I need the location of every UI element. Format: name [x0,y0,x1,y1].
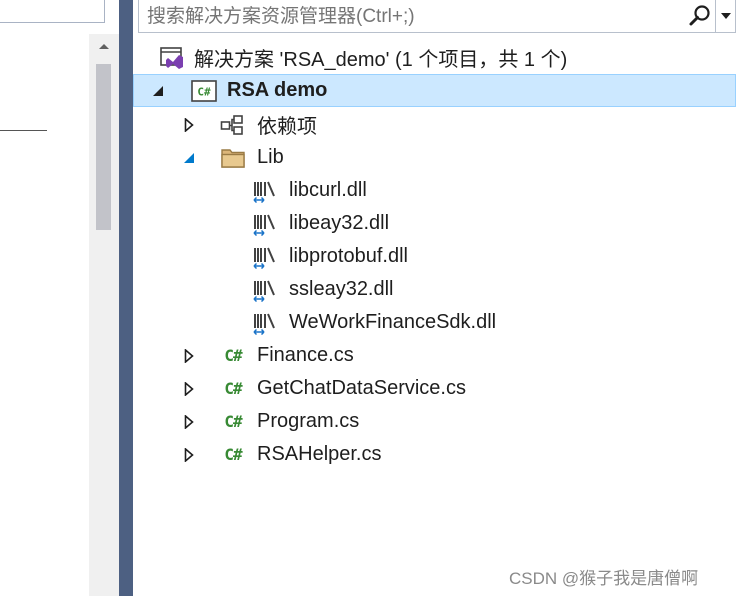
project-label: RSA demo [227,79,328,101]
tree-item-dll[interactable]: libcurl.dll [133,174,736,207]
collapsed-arrow-icon[interactable] [182,414,196,429]
project-icon-text: C# [197,85,211,98]
vertical-scrollbar[interactable] [89,34,119,596]
dll-label: libcurl.dll [289,179,367,201]
dll-reference-icon [252,212,278,236]
scrollbar-thumb[interactable] [96,64,111,230]
cs-file-label: GetChatDataService.cs [257,377,466,399]
editor-top-box[interactable] [0,0,105,23]
pane-splitter[interactable] [119,0,133,596]
tree-item-cs-file[interactable]: C# GetChatDataService.cs [133,372,736,405]
editor-pane [0,0,119,596]
cs-file-label: Finance.cs [257,344,354,366]
chevron-down-icon [721,13,731,19]
tree-item-cs-file[interactable]: C# Finance.cs [133,339,736,372]
dll-label: ssleay32.dll [289,278,394,300]
tree-item-project[interactable]: C# RSA demo [133,74,736,107]
solution-explorer: 解决方案 'RSA_demo' (1 个项目，共 1 个) C# RSA dem… [133,0,736,596]
csharp-file-icon: C# [224,412,242,431]
collapsed-arrow-icon[interactable] [182,348,196,363]
tree-item-dll[interactable]: libeay32.dll [133,207,736,240]
csharp-file-icon: C# [224,445,242,464]
dll-reference-icon [252,311,278,335]
folder-icon [220,146,246,170]
solution-label: 解决方案 'RSA_demo' (1 个项目，共 1 个) [194,49,568,71]
watermark: CSDN @猴子我是唐僧啊 [509,569,699,588]
cs-file-label: RSAHelper.cs [257,443,382,465]
editor-divider-line [0,130,47,131]
dll-label: WeWorkFinanceSdk.dll [289,311,497,333]
csharp-file-icon: C# [224,346,242,365]
tree-item-dependencies[interactable]: 依赖项 [133,108,736,141]
scroll-up-icon[interactable] [89,38,119,54]
tree-item-dll[interactable]: ssleay32.dll [133,273,736,306]
lib-folder-label: Lib [257,146,284,168]
tree-item-dll[interactable]: libprotobuf.dll [133,240,736,273]
tree-item-cs-file[interactable]: C# Program.cs [133,405,736,438]
search-icon[interactable] [687,4,713,28]
search-box[interactable] [138,0,716,33]
collapsed-arrow-icon[interactable] [182,117,196,132]
search-options-dropdown[interactable] [716,0,736,33]
collapsed-arrow-icon[interactable] [182,381,196,396]
csharp-file-icon: C# [224,379,242,398]
search-input[interactable] [145,2,679,32]
solution-icon [159,46,185,70]
dll-reference-icon [252,278,278,302]
expanded-arrow-icon[interactable] [182,151,196,165]
tree-item-dll[interactable]: WeWorkFinanceSdk.dll [133,306,736,339]
collapsed-arrow-icon[interactable] [182,447,196,462]
expanded-arrow-icon[interactable] [151,84,165,98]
dependencies-icon [220,113,246,137]
cs-file-label: Program.cs [257,410,360,432]
tree-item-cs-file[interactable]: C# RSAHelper.cs [133,438,736,471]
csharp-project-icon: C# [191,79,217,103]
tree-item-lib-folder[interactable]: Lib [133,141,736,174]
dll-label: libeay32.dll [289,212,390,234]
dll-reference-icon [252,179,278,203]
dll-label: libprotobuf.dll [289,245,408,267]
dependencies-label: 依赖项 [257,116,317,138]
tree-item-solution[interactable]: 解决方案 'RSA_demo' (1 个项目，共 1 个) [133,41,736,74]
dll-reference-icon [252,245,278,269]
